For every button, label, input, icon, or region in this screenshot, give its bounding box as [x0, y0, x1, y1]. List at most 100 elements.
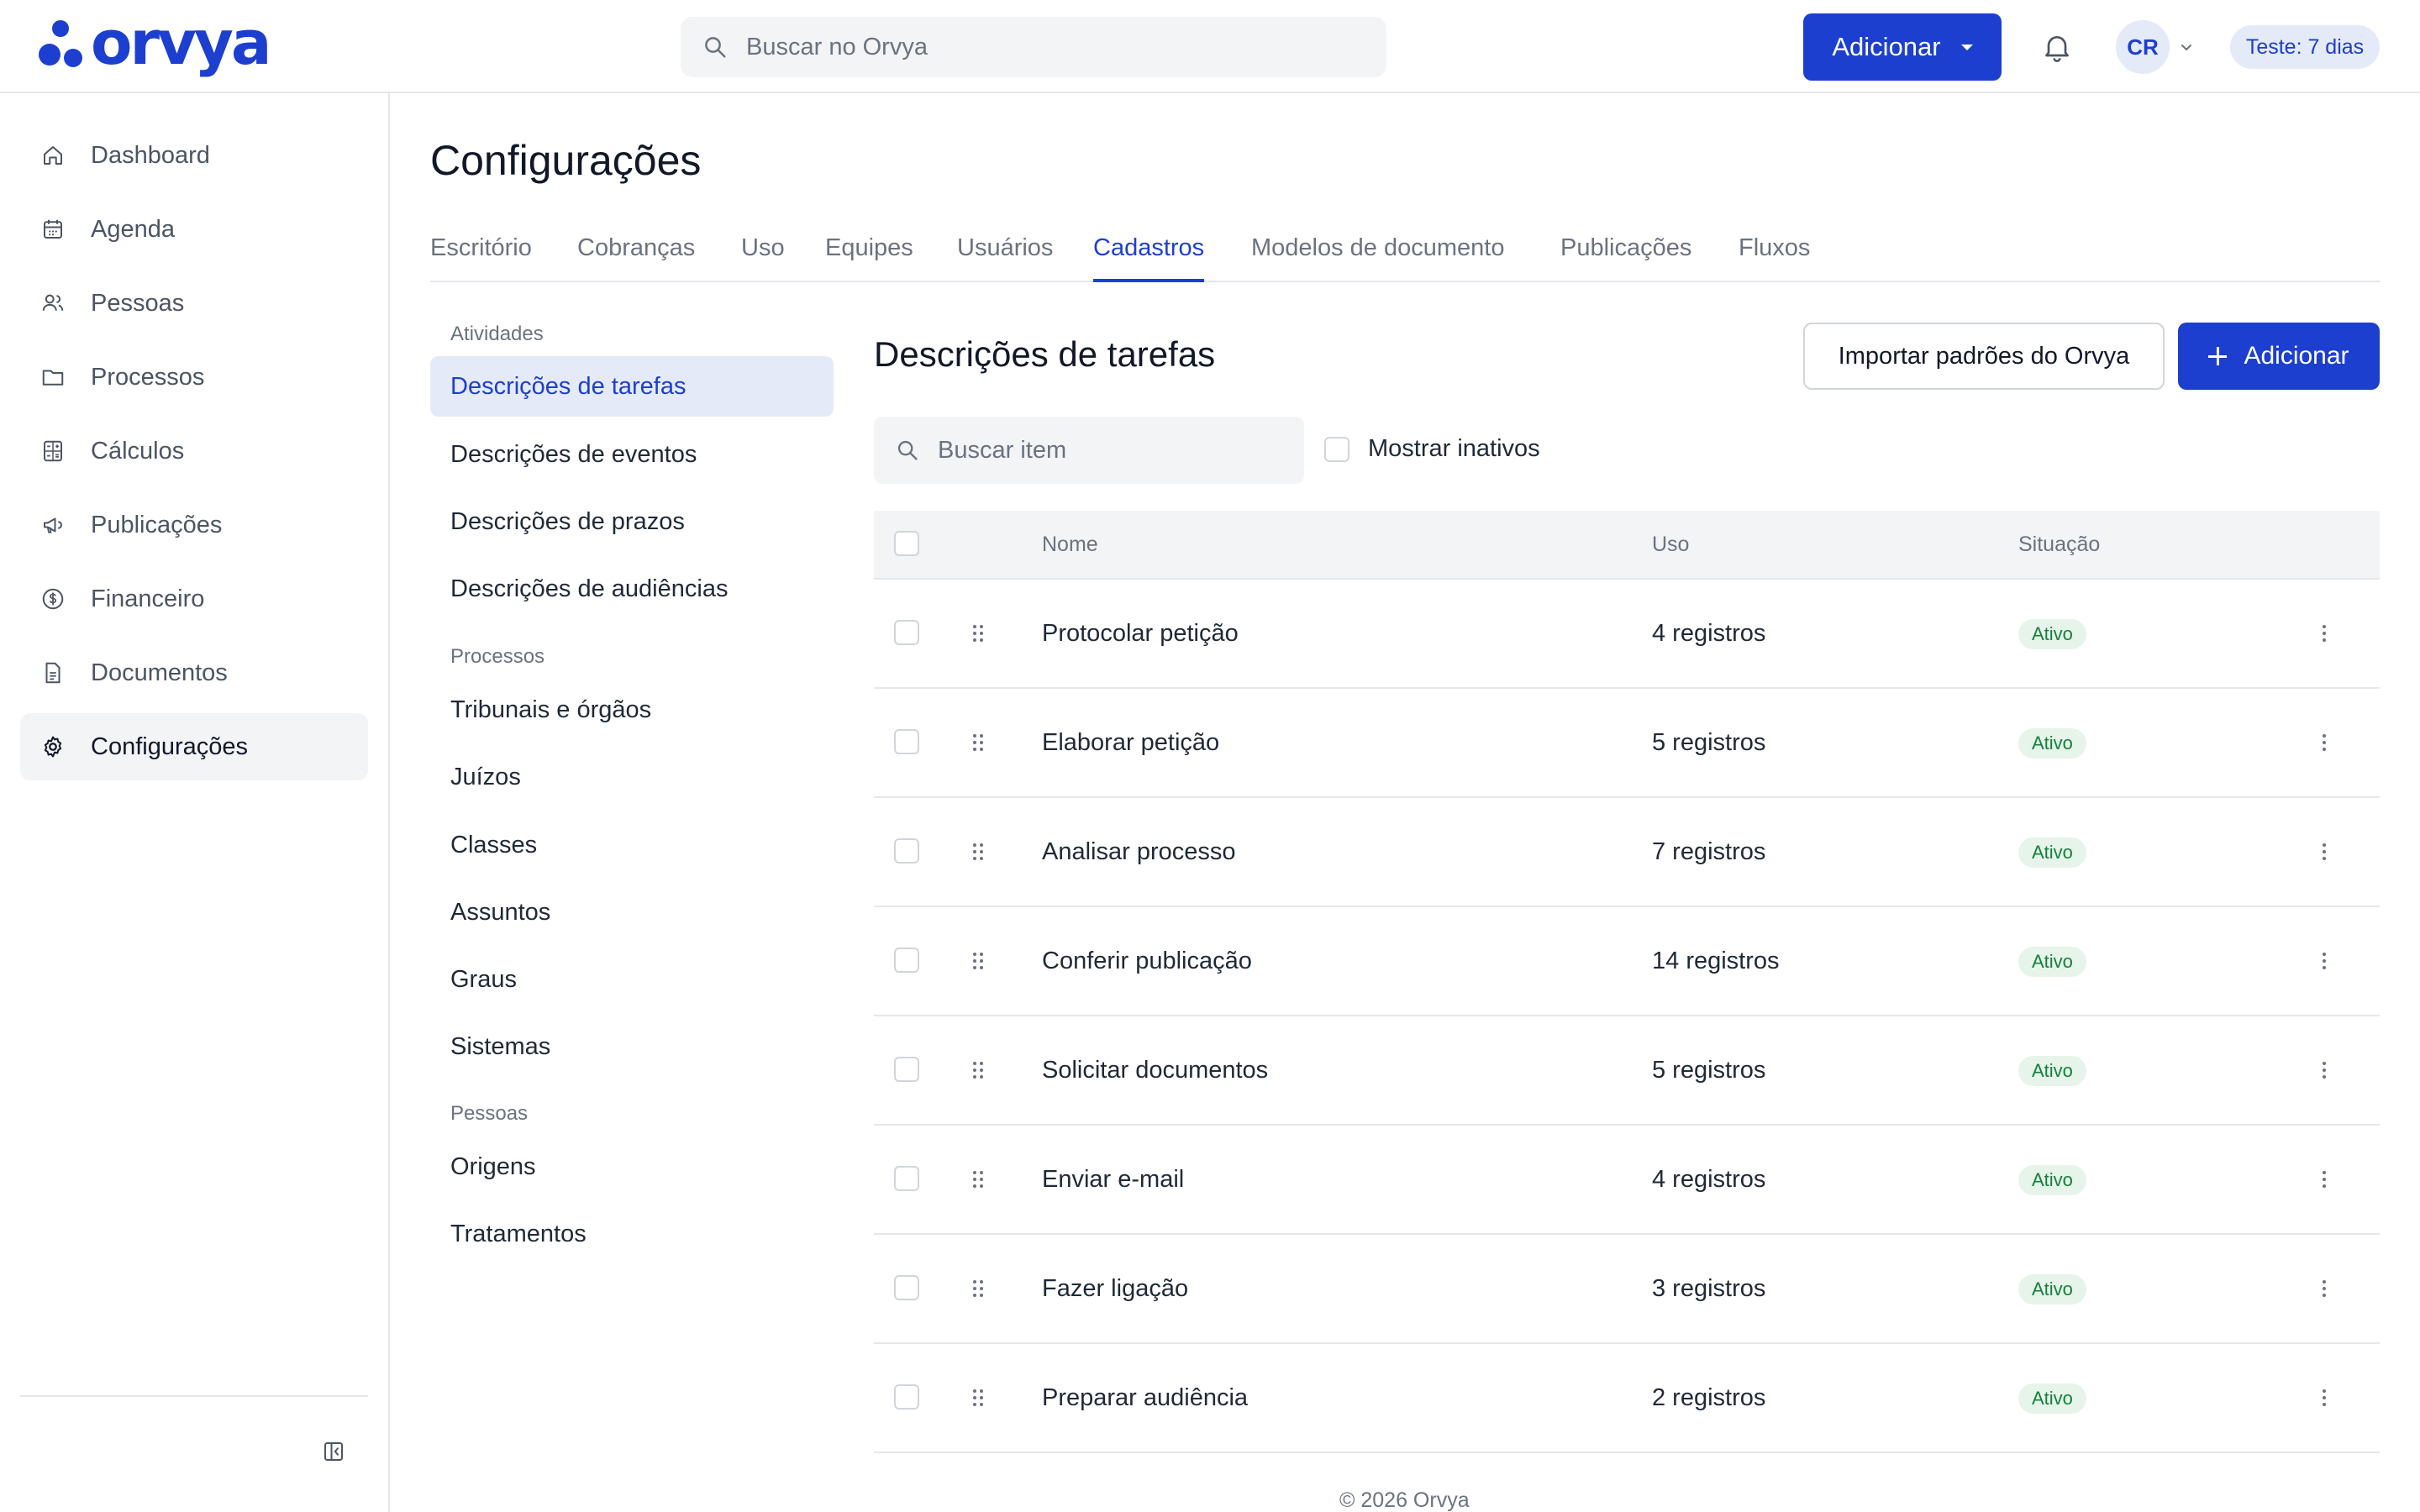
table-row[interactable]: Enviar e-mail 4 registros Ativo	[874, 1126, 2380, 1235]
row-checkbox[interactable]	[894, 1057, 919, 1082]
column-header-uso[interactable]: Uso	[1652, 511, 1689, 578]
import-defaults-button[interactable]: Importar padrões do Orvya	[1803, 323, 2165, 390]
submenu-item-tratamentos[interactable]: Tratamentos	[430, 1204, 834, 1264]
sidebar-item-dashboard[interactable]: Dashboard	[20, 122, 368, 189]
import-defaults-label: Importar padrões do Orvya	[1838, 342, 2130, 370]
tab-equipes[interactable]: Equipes	[825, 222, 913, 282]
table-row[interactable]: Analisar processo 7 registros Ativo	[874, 798, 2380, 907]
item-search[interactable]	[874, 417, 1304, 484]
more-options-icon[interactable]	[2321, 1060, 2328, 1080]
sidebar-item-processos[interactable]: Processos	[20, 344, 368, 411]
section-title: Descrições de tarefas	[874, 334, 1216, 374]
tab-escritorio[interactable]: Escritório	[430, 222, 532, 282]
drag-handle-icon[interactable]	[971, 732, 985, 753]
column-header-nome[interactable]: Nome	[1042, 511, 1098, 578]
drag-handle-icon[interactable]	[971, 842, 985, 862]
status-badge: Ativo	[2018, 947, 2086, 977]
column-header-situacao[interactable]: Situação	[2018, 511, 2100, 578]
items-table: Nome Uso Situação Protocolar petição 4 re…	[874, 511, 2380, 1453]
footer-copyright: © 2026 Orvya	[1339, 1488, 1470, 1512]
tab-uso[interactable]: Uso	[741, 222, 785, 282]
sidebar-item-agenda[interactable]: Agenda	[20, 196, 368, 263]
row-checkbox[interactable]	[894, 1384, 919, 1410]
row-checkbox[interactable]	[894, 1166, 919, 1191]
global-search[interactable]	[681, 17, 1386, 77]
more-options-icon[interactable]	[2321, 623, 2328, 643]
trial-badge[interactable]: Teste: 7 dias	[2230, 25, 2380, 69]
sidebar-item-pessoas[interactable]: Pessoas	[20, 270, 368, 337]
table-row[interactable]: Solicitar documentos 5 registros Ativo	[874, 1016, 2380, 1126]
show-inactive-toggle[interactable]: Mostrar inativos	[1324, 435, 1540, 463]
item-search-input[interactable]	[938, 436, 1291, 465]
more-options-icon[interactable]	[2321, 1278, 2328, 1299]
submenu-item-classes[interactable]: Classes	[430, 815, 834, 875]
tab-modelos-de-documento[interactable]: Modelos de documento	[1251, 222, 1504, 282]
row-checkbox[interactable]	[894, 1275, 919, 1300]
sidebar-item-documentos[interactable]: Documentos	[20, 639, 368, 706]
table-row[interactable]: Protocolar petição 4 registros Ativo	[874, 580, 2380, 689]
submenu-item-assuntos[interactable]: Assuntos	[430, 882, 834, 942]
drag-handle-icon[interactable]	[971, 1388, 985, 1408]
drag-handle-icon[interactable]	[971, 951, 985, 971]
cell-usage: 5 registros	[1652, 1057, 1766, 1084]
drag-handle-icon[interactable]	[971, 623, 985, 643]
submenu-item-origens[interactable]: Origens	[430, 1137, 834, 1197]
tab-usuarios[interactable]: Usuários	[957, 222, 1053, 282]
select-all-checkbox[interactable]	[894, 531, 919, 556]
more-options-icon[interactable]	[2321, 842, 2328, 862]
drag-handle-icon[interactable]	[971, 1169, 985, 1189]
tab-cadastros[interactable]: Cadastros	[1093, 222, 1205, 282]
chevron-down-icon[interactable]	[2178, 39, 2195, 55]
cell-usage: 14 registros	[1652, 948, 1780, 974]
submenu-item-descricoes-de-audiencias[interactable]: Descrições de audiências	[430, 559, 834, 619]
sidebar-item-configuracoes[interactable]: Configurações	[20, 713, 368, 780]
sidebar-item-calculos[interactable]: Cálculos	[20, 417, 368, 485]
logo-dots-icon	[39, 18, 84, 74]
add-dropdown-button[interactable]: Adicionar	[1803, 13, 2002, 81]
submenu-item-graus[interactable]: Graus	[430, 949, 834, 1010]
row-checkbox[interactable]	[894, 620, 919, 645]
submenu-item-descricoes-de-eventos[interactable]: Descrições de eventos	[430, 424, 834, 485]
row-checkbox[interactable]	[894, 729, 919, 754]
tab-publicacoes[interactable]: Publicações	[1560, 222, 1691, 282]
cell-name: Protocolar petição	[1042, 620, 1239, 647]
submenu-item-sistemas[interactable]: Sistemas	[430, 1016, 834, 1077]
more-options-icon[interactable]	[2321, 1388, 2328, 1408]
submenu-item-descricoes-de-tarefas[interactable]: Descrições de tarefas	[430, 356, 834, 417]
user-avatar[interactable]: CR	[2116, 20, 2170, 74]
drag-handle-icon[interactable]	[971, 1060, 985, 1080]
more-options-icon[interactable]	[2321, 1169, 2328, 1189]
sidebar-item-financeiro[interactable]: Financeiro	[20, 565, 368, 633]
sidebar-collapse-icon[interactable]	[321, 1439, 346, 1464]
cell-usage: 3 registros	[1652, 1275, 1766, 1302]
sidebar-item-publicacoes[interactable]: Publicações	[20, 491, 368, 559]
brand-logo[interactable]: orvya	[39, 8, 271, 78]
table-row[interactable]: Conferir publicação 14 registros Ativo	[874, 907, 2380, 1016]
drag-handle-icon[interactable]	[971, 1278, 985, 1299]
global-search-input[interactable]	[746, 33, 1334, 61]
row-checkbox[interactable]	[894, 948, 919, 973]
bell-icon[interactable]	[2040, 30, 2074, 64]
submenu-group-title: Atividades	[450, 323, 544, 345]
sidebar-item-label: Documentos	[91, 659, 228, 686]
table-row[interactable]: Preparar audiência 2 registros Ativo	[874, 1344, 2380, 1453]
brand-name: orvya	[91, 8, 271, 78]
show-inactive-checkbox[interactable]	[1324, 436, 1349, 462]
submenu-item-juizos[interactable]: Juízos	[430, 747, 834, 807]
tab-cobrancas[interactable]: Cobranças	[577, 222, 695, 282]
folder-icon	[42, 370, 64, 386]
table-header: Nome Uso Situação	[874, 511, 2380, 580]
tab-fluxos[interactable]: Fluxos	[1739, 222, 1810, 282]
cell-name: Analisar processo	[1042, 838, 1236, 865]
submenu-group-title: Processos	[450, 645, 545, 668]
row-checkbox[interactable]	[894, 838, 919, 864]
submenu-item-descricoes-de-prazos[interactable]: Descrições de prazos	[430, 491, 834, 552]
add-item-button[interactable]: Adicionar	[2178, 323, 2380, 390]
cell-name: Solicitar documentos	[1042, 1057, 1269, 1084]
submenu-item-tribunais[interactable]: Tribunais e órgãos	[430, 680, 834, 740]
more-options-icon[interactable]	[2321, 951, 2328, 971]
table-row[interactable]: Elaborar petição 5 registros Ativo	[874, 689, 2380, 798]
table-row[interactable]: Fazer ligação 3 registros Ativo	[874, 1235, 2380, 1344]
more-options-icon[interactable]	[2321, 732, 2328, 753]
add-dropdown-label: Adicionar	[1832, 32, 1941, 61]
